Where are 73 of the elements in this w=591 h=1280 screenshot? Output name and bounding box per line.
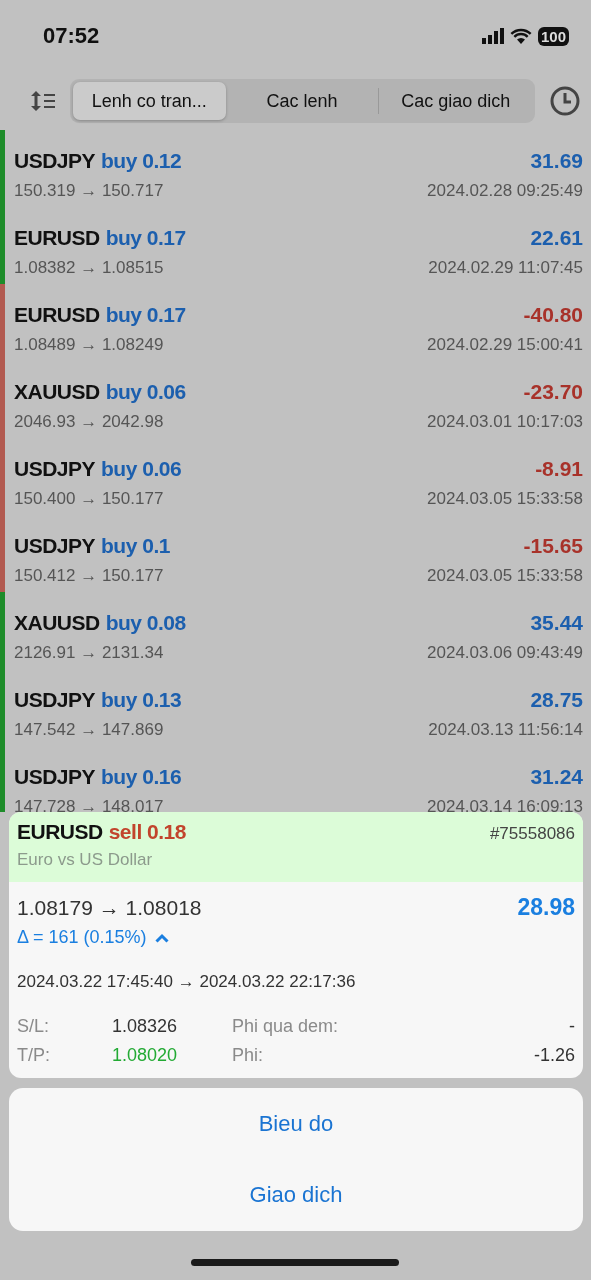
field-label: S/L: <box>17 1016 51 1037</box>
order-time: 2024.03.14 16:09:13 <box>427 797 583 812</box>
field-value: 1.08020 <box>112 1045 179 1066</box>
symbol: USDJPY <box>14 149 96 172</box>
order-time-range: 2024.03.22 17:45:40 → 2024.03.22 22:17:36 <box>17 972 357 992</box>
order-type: buy 0.12 <box>101 149 182 172</box>
order-time: 2024.03.01 10:17:03 <box>427 412 583 432</box>
profit: 31.24 <box>530 765 583 789</box>
order-type: buy 0.06 <box>105 380 186 403</box>
order-type: buy 0.17 <box>105 226 186 249</box>
symbol: EURUSD <box>14 303 100 326</box>
profit: 28.98 <box>517 894 575 921</box>
action-button[interactable]: Bieu do <box>9 1088 583 1160</box>
field-label: Phi: <box>232 1045 265 1066</box>
order-type: buy 0.1 <box>101 534 170 557</box>
field-value: - <box>568 1016 575 1037</box>
symbol: EURUSD <box>17 820 103 843</box>
profit: -8.91 <box>535 457 583 481</box>
price-delta: Δ = 161 (0.15%) <box>17 927 147 948</box>
clock-time: 07:52 <box>43 23 100 49</box>
order-type: sell 0.18 <box>108 820 186 843</box>
price-change: 1.08489 → 1.08249 <box>14 335 164 355</box>
profit: -23.70 <box>523 380 583 404</box>
price-change: 150.400 → 150.177 <box>14 489 164 509</box>
price-change: 2126.91 → 2131.34 <box>14 643 164 663</box>
symbol: USDJPY <box>14 765 96 788</box>
profit: -40.80 <box>523 303 583 327</box>
order-time: 2024.03.05 15:33:58 <box>427 489 583 509</box>
order-type: buy 0.13 <box>101 688 182 711</box>
profit: -15.65 <box>523 534 583 558</box>
field-value: -1.26 <box>533 1045 575 1066</box>
price-change: 2046.93 → 2042.98 <box>14 412 164 432</box>
field-value: 1.08326 <box>112 1016 179 1037</box>
profit: 35.44 <box>530 611 583 635</box>
order-time: 2024.02.28 09:25:49 <box>427 181 583 201</box>
order-time: 2024.02.29 15:00:41 <box>427 335 583 355</box>
symbol: USDJPY <box>14 688 96 711</box>
order-time: 2024.03.05 15:33:58 <box>427 566 583 586</box>
order-type: buy 0.17 <box>105 303 186 326</box>
history-icon[interactable] <box>549 85 581 117</box>
order-time: 2024.03.06 09:43:49 <box>427 643 583 663</box>
order-time: 2024.02.29 11:07:45 <box>428 258 583 278</box>
order-type: buy 0.08 <box>105 611 186 634</box>
profit: 22.61 <box>530 226 583 250</box>
action-button[interactable]: Giao dich <box>9 1159 583 1231</box>
price-change: 1.08382 → 1.08515 <box>14 258 164 278</box>
field-label: Phi qua dem: <box>232 1016 340 1037</box>
symbol: EURUSD <box>14 226 100 249</box>
symbol: XAUUSD <box>14 380 100 403</box>
symbol: USDJPY <box>14 534 96 557</box>
order-type: buy 0.16 <box>101 765 182 788</box>
symbol: USDJPY <box>14 457 96 480</box>
price-change: 1.08179 → 1.08018 <box>17 896 202 920</box>
tab[interactable]: Lenh co tran... <box>73 82 226 120</box>
price-change: 147.542 → 147.869 <box>14 720 164 740</box>
price-change: 150.319 → 150.717 <box>14 181 164 201</box>
tab[interactable]: Cac giao dich <box>379 82 532 120</box>
instrument-description: Euro vs US Dollar <box>17 850 154 870</box>
profit: 28.75 <box>530 688 583 712</box>
order-time: 2024.03.13 11:56:14 <box>428 720 583 740</box>
sort-icon[interactable] <box>30 90 56 112</box>
tab[interactable]: Cac lenh <box>225 82 379 120</box>
wifi-icon <box>509 28 532 44</box>
battery-indicator: 100 <box>537 26 569 46</box>
field-label: T/P: <box>17 1045 51 1066</box>
profit: 31.69 <box>530 149 583 173</box>
order-type: buy 0.06 <box>101 457 182 480</box>
symbol: XAUUSD <box>14 611 100 634</box>
price-change: 147.728 → 148.017 <box>14 797 164 812</box>
signal-icon <box>481 28 504 44</box>
price-change: 150.412 → 150.177 <box>14 566 164 586</box>
chevron-up-icon[interactable] <box>154 932 169 943</box>
ticket-number: #75558086 <box>489 824 575 844</box>
